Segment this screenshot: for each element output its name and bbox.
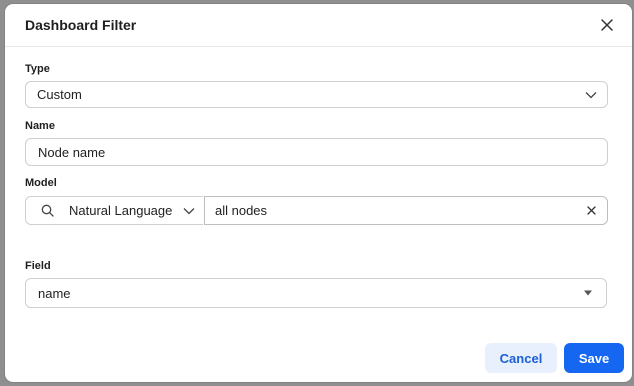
name-input-value: Node name: [38, 144, 106, 160]
close-icon: [601, 19, 613, 31]
model-query-value: all nodes: [215, 203, 268, 218]
field-select[interactable]: name: [25, 278, 607, 308]
close-button[interactable]: [596, 14, 618, 36]
dashboard-filter-dialog: Dashboard Filter Type Custom Name Node n…: [5, 4, 632, 382]
caret-down-icon: [580, 285, 596, 301]
field-label: Field: [25, 260, 51, 272]
search-icon: [41, 204, 54, 217]
model-query-input[interactable]: all nodes: [204, 196, 608, 225]
chevron-down-icon: [583, 87, 599, 103]
field-select-value: name: [38, 285, 71, 301]
name-input[interactable]: Node name: [25, 138, 608, 166]
dialog-header: Dashboard Filter: [5, 4, 632, 47]
model-label: Model: [25, 177, 57, 189]
type-select-value: Custom: [37, 87, 82, 102]
cancel-button[interactable]: Cancel: [485, 343, 557, 373]
save-button[interactable]: Save: [564, 343, 624, 373]
type-select[interactable]: Custom: [25, 81, 608, 108]
clear-icon[interactable]: [587, 206, 596, 215]
type-label: Type: [25, 63, 50, 75]
chevron-down-icon: [183, 207, 195, 215]
dialog-title: Dashboard Filter: [25, 17, 137, 33]
name-label: Name: [25, 120, 55, 132]
model-mode-select[interactable]: Natural Language: [25, 196, 203, 225]
model-mode-value: Natural Language: [69, 203, 173, 218]
